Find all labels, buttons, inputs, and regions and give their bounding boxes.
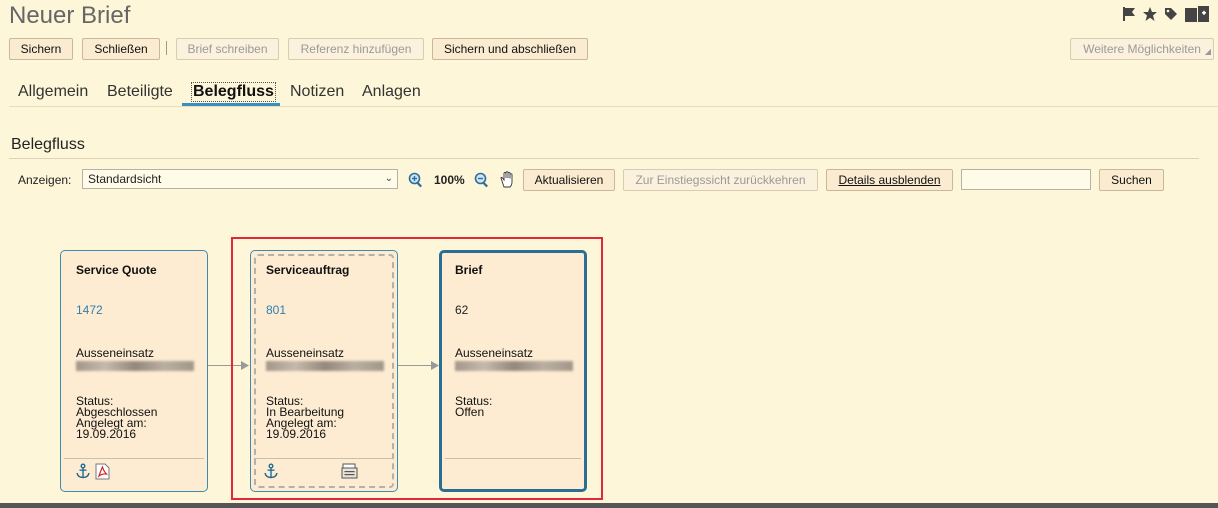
write-letter-button[interactable]: Brief schreiben	[176, 38, 279, 60]
flag-icon[interactable]	[1122, 6, 1136, 22]
created-value: 19.09.2016	[76, 427, 137, 441]
zoom-out-icon[interactable]	[474, 172, 490, 191]
toolbar-separator	[166, 41, 167, 55]
tab-notizen[interactable]: Notizen	[290, 83, 344, 101]
add-window-icon[interactable]	[1184, 5, 1210, 23]
tab-beteiligte[interactable]: Beteiligte	[107, 83, 173, 101]
highlight-box	[231, 237, 603, 500]
card-divider	[64, 458, 204, 459]
view-select-value: Standardsicht	[88, 172, 162, 186]
search-button[interactable]: Suchen	[1099, 169, 1164, 191]
anchor-icon[interactable]	[75, 463, 91, 482]
bottom-border	[0, 503, 1218, 508]
tab-anlagen[interactable]: Anlagen	[362, 83, 421, 101]
more-options-label: Weitere Möglichkeiten	[1083, 42, 1201, 56]
hide-details-button[interactable]: Details ausblenden	[826, 169, 953, 191]
tab-allgemein[interactable]: Allgemein	[18, 83, 88, 101]
section-divider	[9, 158, 1199, 159]
card-status: Status: Abgeschlossen Angelegt am: 19.09…	[76, 395, 157, 441]
zoom-level: 100%	[434, 173, 465, 187]
redacted-text	[76, 361, 194, 371]
save-and-close-button[interactable]: Sichern und abschließen	[432, 38, 588, 60]
tab-belegfluss[interactable]: Belegfluss	[191, 82, 276, 102]
tag-icon[interactable]	[1164, 7, 1178, 21]
flow-card-service-quote[interactable]: Service Quote 1472 Ausseneinsatz Status:…	[60, 250, 208, 492]
window-title: Neuer Brief	[9, 2, 131, 29]
save-button[interactable]: Sichern	[9, 38, 73, 60]
show-label: Anzeigen:	[18, 173, 72, 187]
chevron-down-icon: ⌄	[384, 173, 393, 184]
card-number-link[interactable]: 1472	[76, 303, 103, 317]
header-icons	[1122, 5, 1210, 23]
section-title: Belegfluss	[11, 136, 85, 153]
card-title: Service Quote	[76, 263, 157, 277]
view-select[interactable]: Standardsicht ⌄	[82, 169, 398, 189]
add-reference-button[interactable]: Referenz hinzufügen	[288, 38, 424, 60]
pdf-icon[interactable]	[95, 463, 110, 483]
back-to-entry-view-button[interactable]: Zur Einstiegssicht zurückkehren	[623, 169, 818, 191]
card-type: Ausseneinsatz	[76, 346, 155, 360]
active-tab-indicator	[182, 103, 280, 106]
search-input[interactable]	[961, 169, 1091, 190]
star-icon[interactable]	[1142, 6, 1158, 22]
more-options-button[interactable]: Weitere Möglichkeiten ◢	[1070, 38, 1214, 60]
resize-corner-icon: ◢	[1204, 47, 1211, 56]
zoom-in-icon[interactable]	[408, 172, 424, 191]
close-button[interactable]: Schließen	[82, 38, 160, 60]
hand-pan-icon[interactable]	[499, 171, 515, 191]
tabs-divider	[9, 106, 1218, 107]
refresh-button[interactable]: Aktualisieren	[523, 169, 615, 191]
